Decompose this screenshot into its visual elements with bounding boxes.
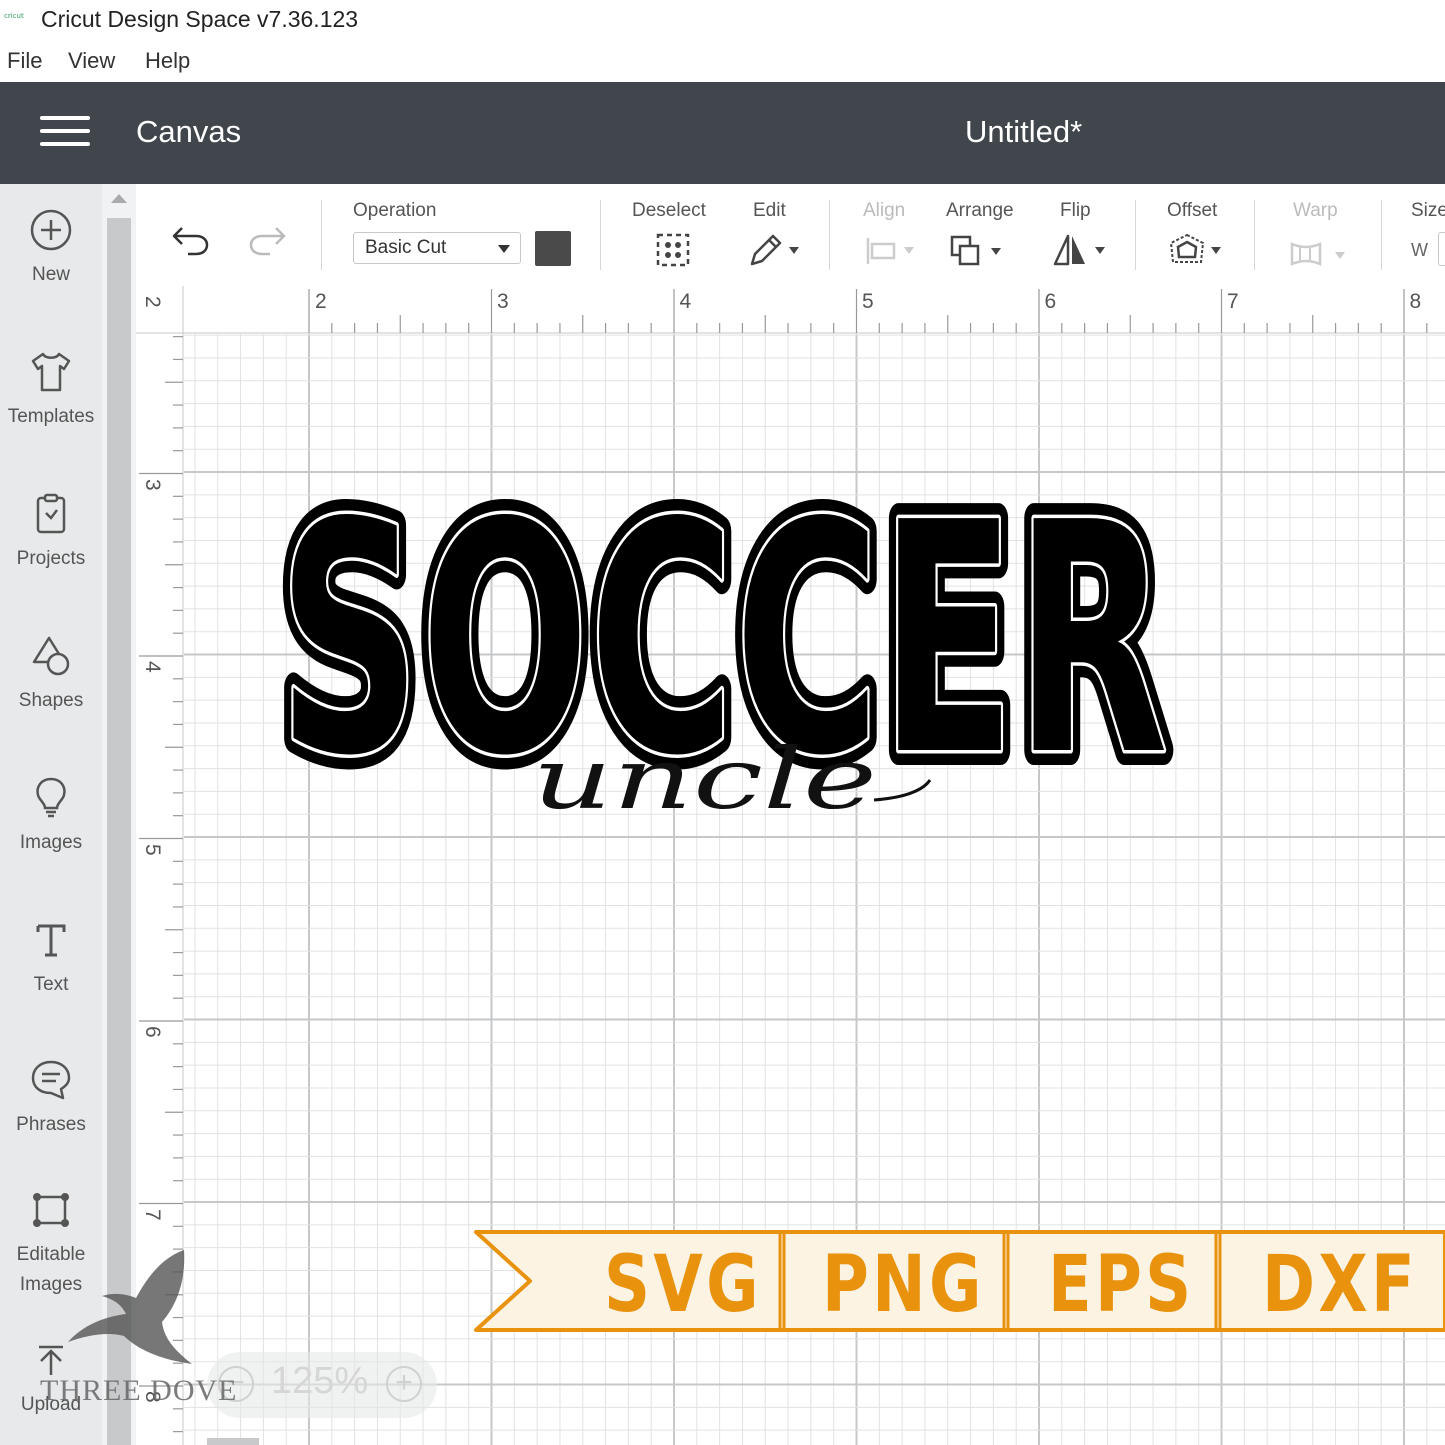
format-eps: EPS — [1048, 1240, 1195, 1330]
ruler-left-label: 7 — [141, 1208, 164, 1221]
format-dxf: DXF — [1262, 1240, 1418, 1330]
ruler-top-label: 7 — [1227, 290, 1239, 313]
ruler-top-label: 6 — [1044, 290, 1057, 313]
ruler-top-label: 8 — [1409, 290, 1422, 313]
format-png: PNG — [822, 1240, 985, 1330]
ruler-left-label: 5 — [141, 843, 164, 856]
ruler-left-label: 3 — [141, 478, 164, 491]
design-soccer-uncle[interactable]: SOCCER SOCCER uncle — [250, 420, 1210, 840]
ruler-top-label: 2 — [315, 290, 327, 313]
horizontal-scrollbar-thumb[interactable] — [207, 1438, 259, 1445]
watermark-text: THREE DOVE — [40, 1374, 238, 1407]
ruler-top-label: 4 — [679, 290, 692, 313]
zoom-in-button[interactable]: + — [386, 1366, 422, 1402]
zoom-value: 125% — [271, 1360, 369, 1402]
dove-logo-icon — [68, 1250, 192, 1364]
ruler-top-label: 3 — [497, 290, 509, 313]
ruler-left-label: 6 — [141, 1026, 164, 1038]
ruler-left-label: 2 — [141, 296, 164, 308]
ruler-top-label: 5 — [862, 290, 874, 313]
design-script-text[interactable]: uncle — [532, 730, 877, 828]
ruler-left-label: 4 — [141, 661, 164, 673]
format-svg: SVG — [604, 1240, 762, 1330]
